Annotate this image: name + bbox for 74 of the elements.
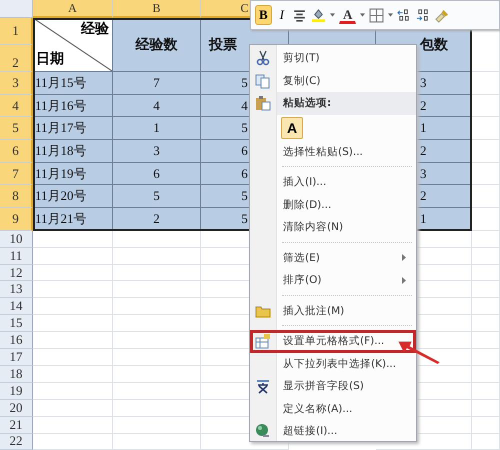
row-header[interactable]: 19 xyxy=(0,382,33,400)
row-header[interactable]: 10 xyxy=(0,230,33,248)
menu-item[interactable]: 显示拼音字段(S) xyxy=(250,375,416,398)
cell-text: 经验 xyxy=(81,20,109,38)
row-header[interactable]: 14 xyxy=(0,298,33,316)
borders-icon[interactable] xyxy=(369,8,384,22)
row-header[interactable]: 3 xyxy=(0,72,33,95)
font-color-button[interactable]: A xyxy=(339,6,356,24)
table-cell: 11月20号 xyxy=(33,185,113,208)
column-header[interactable]: A xyxy=(68,0,77,16)
menu-item[interactable]: 从下拉列表中选择(K)... xyxy=(250,352,416,375)
table-cell: 11月19号 xyxy=(33,162,113,186)
paste-values-button[interactable]: A xyxy=(281,116,303,138)
table-cell: 11月17号 xyxy=(33,117,113,140)
empty-cell xyxy=(472,434,500,450)
row-header[interactable]: 9 xyxy=(0,208,33,231)
row-header[interactable]: 17 xyxy=(0,349,33,366)
align-center-icon[interactable] xyxy=(292,8,308,22)
table-cell: 2 xyxy=(113,208,201,231)
menu-item[interactable]: 定义名称(A)... xyxy=(250,398,416,420)
row-header[interactable]: 16 xyxy=(0,332,33,350)
clipboard-icon xyxy=(255,95,271,112)
row-header[interactable]: 4 xyxy=(0,94,33,118)
scissors-icon xyxy=(255,50,271,66)
menu-item[interactable]: 插入批注(M) xyxy=(250,300,416,322)
column-header[interactable]: B xyxy=(152,0,160,16)
table-cell: 6 xyxy=(113,162,201,186)
empty-cell xyxy=(472,230,500,248)
empty-cell xyxy=(472,315,500,332)
empty-cell xyxy=(472,332,500,350)
menu-item[interactable]: 筛选(E) xyxy=(250,246,416,269)
menu-item[interactable]: 超链接(I)... xyxy=(250,420,416,442)
row-header[interactable]: 11 xyxy=(0,248,33,265)
row-header[interactable]: 8 xyxy=(0,185,33,208)
row-header[interactable]: 5 xyxy=(0,117,33,140)
empty-cell xyxy=(472,366,500,383)
row-header[interactable]: 21 xyxy=(0,416,33,434)
format-cells-icon xyxy=(255,333,271,350)
fill-color-icon[interactable] xyxy=(311,8,326,22)
empty-cell xyxy=(472,382,500,400)
table-cell: 11月18号 xyxy=(33,140,113,163)
empty-cell xyxy=(472,248,500,265)
row-header[interactable]: 22 xyxy=(0,434,33,450)
menu-item[interactable]: 设置单元格格式(F)... xyxy=(250,330,416,352)
row-header[interactable]: 2 xyxy=(0,45,33,72)
table-cell: 11月15号 xyxy=(33,72,113,95)
bold-button[interactable]: B xyxy=(255,5,272,25)
table-cell: 5 xyxy=(113,185,201,208)
row-header[interactable]: 12 xyxy=(0,264,33,282)
table-cell: 1 xyxy=(113,117,201,140)
column-header[interactable]: C xyxy=(240,0,248,16)
table-cell: 4 xyxy=(113,94,201,118)
empty-cell xyxy=(472,400,500,417)
empty-cell xyxy=(472,298,500,316)
row-header[interactable]: 20 xyxy=(0,400,33,417)
row-header[interactable]: 6 xyxy=(0,140,33,163)
copy-icon xyxy=(255,72,271,89)
table-cell: 11月16号 xyxy=(33,94,113,118)
table-cell: 3 xyxy=(113,140,201,163)
menu-item[interactable]: 排序(O) xyxy=(250,269,416,292)
row-header[interactable]: 15 xyxy=(0,315,33,332)
row-header[interactable]: 7 xyxy=(0,162,33,186)
row-header[interactable]: 13 xyxy=(0,281,33,298)
empty-cell xyxy=(472,416,500,434)
globe-icon xyxy=(255,423,271,440)
row-header[interactable]: 1 xyxy=(0,18,33,45)
cell-text: 日期 xyxy=(36,50,64,68)
row-header[interactable]: 18 xyxy=(0,366,33,383)
pinyin-icon xyxy=(255,378,271,394)
empty-cell xyxy=(472,349,500,366)
table-cell: 7 xyxy=(113,72,201,95)
empty-cell xyxy=(472,264,500,282)
empty-cell xyxy=(472,281,500,298)
table-cell: 经验数 xyxy=(113,18,201,72)
